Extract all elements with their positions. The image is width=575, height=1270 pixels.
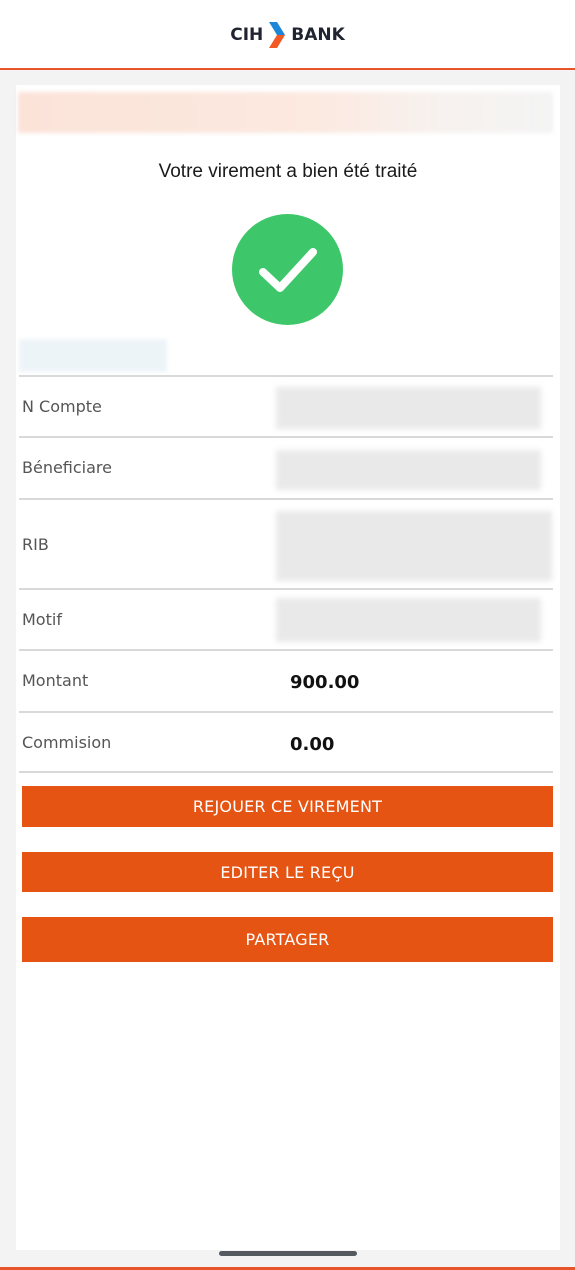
replay-transfer-button[interactable]: REJOUER CE VIREMENT xyxy=(22,786,553,827)
logo-text-cih: CIH xyxy=(230,25,264,45)
checkmark-icon xyxy=(258,247,317,292)
detail-label-rib: RIB xyxy=(22,535,49,554)
detail-row-rib: RIB xyxy=(19,498,553,588)
detail-label-commission: Commision xyxy=(22,733,112,752)
success-message: Votre virement a bien été traité xyxy=(158,161,418,182)
detail-label-account: N Compte xyxy=(22,397,102,416)
logo-chevron-icon xyxy=(269,22,286,48)
redacted-date xyxy=(19,339,167,372)
logo-text-bank: BANK xyxy=(291,25,345,45)
transfer-confirmation-card: Votre virement a bien été traité N Compt… xyxy=(16,85,560,1250)
amount-value: 900.00 xyxy=(290,672,360,693)
detail-row-motif: Motif xyxy=(19,588,553,650)
redacted-account-value xyxy=(276,387,541,429)
detail-label-motif: Motif xyxy=(22,610,62,629)
detail-row-account: N Compte xyxy=(19,375,553,437)
detail-row-beneficiary: Béneficiare xyxy=(19,436,553,498)
redacted-banner xyxy=(18,92,553,133)
app-header: CIH BANK xyxy=(0,0,575,70)
redacted-rib-value xyxy=(276,511,552,581)
success-check-badge xyxy=(232,214,343,325)
detail-label-amount: Montant xyxy=(22,671,89,690)
home-indicator[interactable] xyxy=(219,1251,357,1256)
redacted-beneficiary-value xyxy=(276,450,541,490)
share-button[interactable]: PARTAGER xyxy=(22,917,553,962)
redacted-motif-value xyxy=(276,598,541,642)
detail-row-amount: Montant 900.00 xyxy=(19,649,553,711)
detail-row-commission: Commision 0.00 xyxy=(19,711,553,773)
cih-bank-logo: CIH BANK xyxy=(230,20,345,50)
edit-receipt-button[interactable]: EDITER LE REÇU xyxy=(22,852,553,892)
detail-label-beneficiary: Béneficiare xyxy=(22,458,112,477)
commission-value: 0.00 xyxy=(290,734,335,755)
